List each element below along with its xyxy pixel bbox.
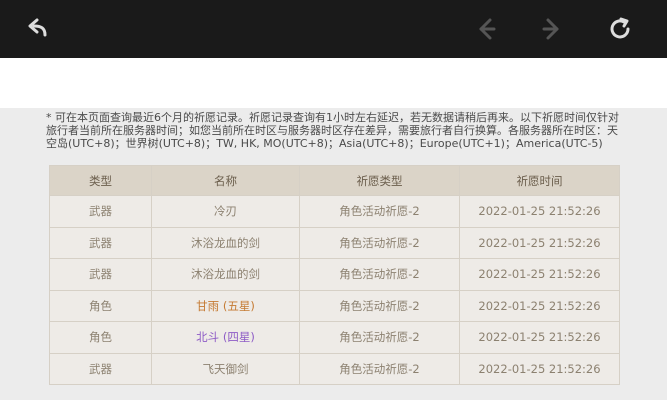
table-row: 武器 沐浴龙血的剑 角色活动祈愿-2 2022-01-25 21:52:26 <box>49 226 620 259</box>
wish-records-table: 类型 名称 祈愿类型 祈愿时间 武器 冷刃 角色活动祈愿-2 2022-01-2… <box>49 165 620 385</box>
cell-name-five-star: 甘雨 (五星) <box>151 289 300 322</box>
previous-icon <box>479 18 496 40</box>
cell-type: 武器 <box>49 258 152 291</box>
cell-type: 武器 <box>49 195 152 228</box>
cell-wish-type: 角色活动祈愿-2 <box>299 258 460 291</box>
cell-name-four-star: 北斗 (四星) <box>151 321 300 354</box>
table-row: 武器 冷刃 角色活动祈愿-2 2022-01-25 21:52:26 <box>49 195 620 228</box>
table-row: 武器 飞天御剑 角色活动祈愿-2 2022-01-25 21:52:26 <box>49 352 620 385</box>
cell-wish-type: 角色活动祈愿-2 <box>299 289 460 322</box>
cell-wish-type: 角色活动祈愿-2 <box>299 195 460 228</box>
previous-button[interactable] <box>470 13 502 45</box>
cell-time: 2022-01-25 21:52:26 <box>459 352 620 385</box>
header-wish-time: 祈愿时间 <box>459 165 620 196</box>
next-icon <box>542 18 559 40</box>
header-name: 名称 <box>151 165 300 196</box>
refresh-icon <box>610 17 630 39</box>
cell-name: 沐浴龙血的剑 <box>151 258 300 291</box>
cell-wish-type: 角色活动祈愿-2 <box>299 226 460 259</box>
header-wish-type: 祈愿类型 <box>299 165 460 196</box>
cell-type: 角色 <box>49 321 152 354</box>
back-button[interactable] <box>22 13 54 45</box>
next-button[interactable] <box>536 13 568 45</box>
browser-toolbar <box>0 0 667 58</box>
cell-name: 冷刃 <box>151 195 300 228</box>
cell-type: 武器 <box>49 352 152 385</box>
table-row: 角色 甘雨 (五星) 角色活动祈愿-2 2022-01-25 21:52:26 <box>49 289 620 322</box>
cell-time: 2022-01-25 21:52:26 <box>459 321 620 354</box>
back-arrow-icon <box>28 18 47 37</box>
cell-type: 武器 <box>49 226 152 259</box>
table-row: 武器 沐浴龙血的剑 角色活动祈愿-2 2022-01-25 21:52:26 <box>49 258 620 291</box>
cell-name: 沐浴龙血的剑 <box>151 226 300 259</box>
cell-time: 2022-01-25 21:52:26 <box>459 226 620 259</box>
table-header-row: 类型 名称 祈愿类型 祈愿时间 <box>49 165 620 196</box>
cell-name: 飞天御剑 <box>151 352 300 385</box>
cell-type: 角色 <box>49 289 152 322</box>
cell-wish-type: 角色活动祈愿-2 <box>299 352 460 385</box>
page-header-blank <box>0 58 667 108</box>
cell-time: 2022-01-25 21:52:26 <box>459 289 620 322</box>
table-row: 角色 北斗 (四星) 角色活动祈愿-2 2022-01-25 21:52:26 <box>49 321 620 354</box>
refresh-button[interactable] <box>604 13 636 45</box>
header-type: 类型 <box>49 165 152 196</box>
cell-wish-type: 角色活动祈愿-2 <box>299 321 460 354</box>
cell-time: 2022-01-25 21:52:26 <box>459 195 620 228</box>
cell-time: 2022-01-25 21:52:26 <box>459 258 620 291</box>
notice-text: * 可在本页面查询最近6个月的祈愿记录。祈愿记录查询有1小时左右延迟，若无数据请… <box>46 111 619 151</box>
